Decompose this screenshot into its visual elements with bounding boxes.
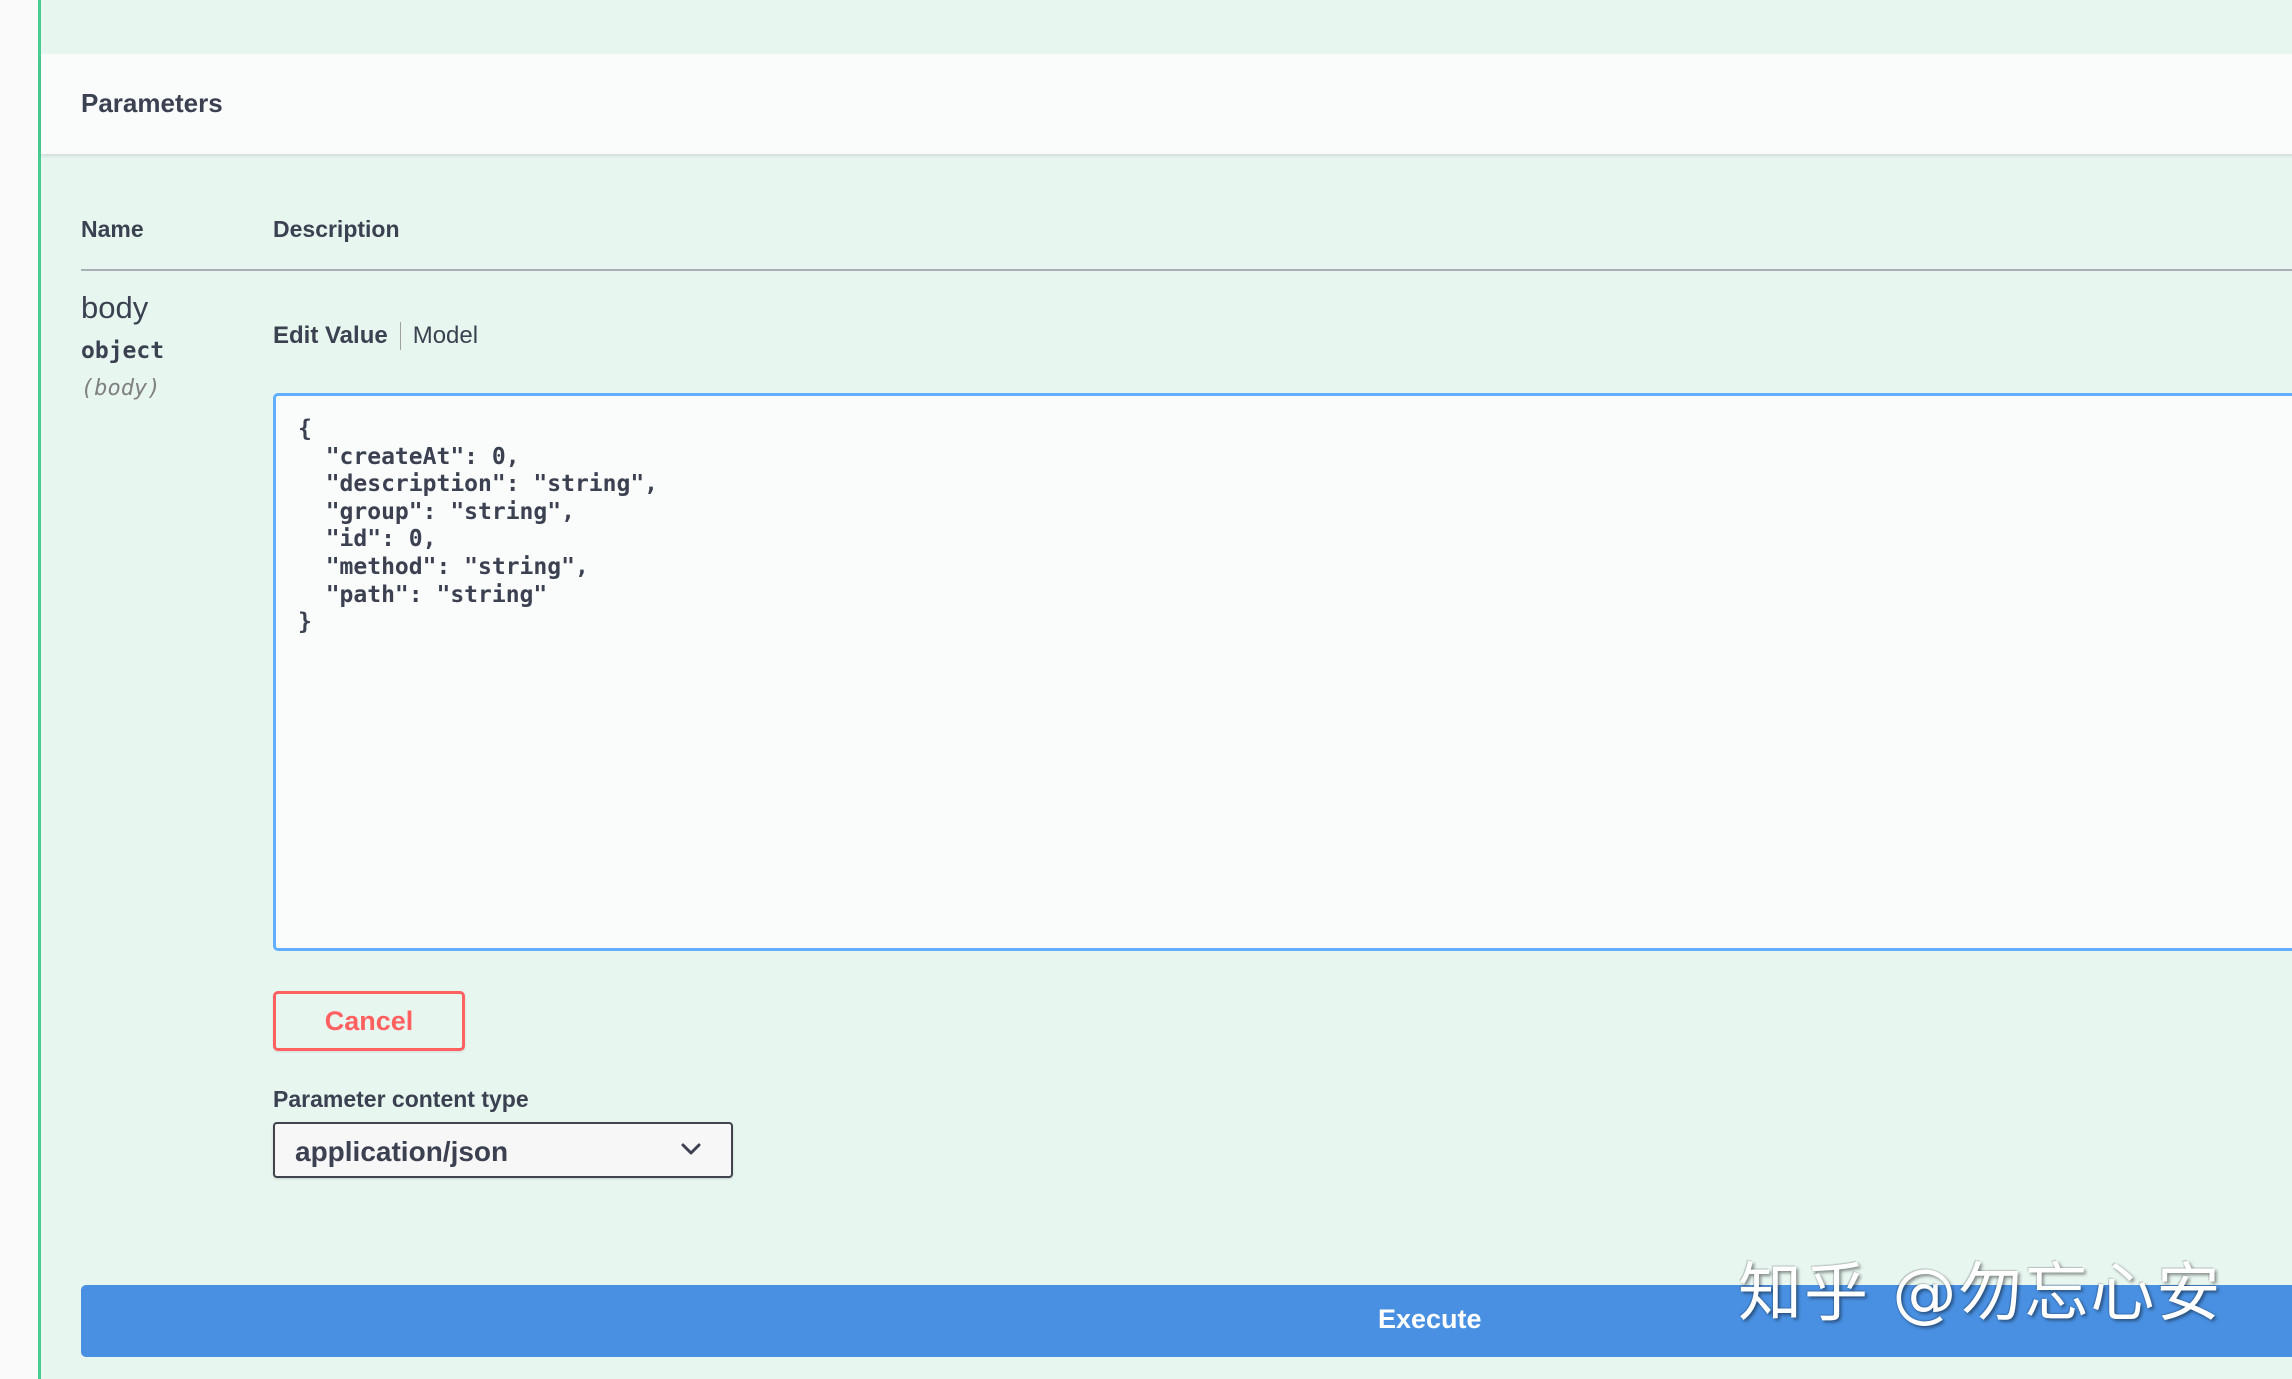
- content-type-label: Parameter content type: [273, 1086, 529, 1112]
- section-title: Parameters: [81, 88, 223, 118]
- parameter-name: body: [81, 290, 149, 325]
- column-header-description: Description: [273, 216, 400, 242]
- table-header-divider: [81, 269, 2292, 271]
- content-type-selected-value: application/json: [295, 1136, 509, 1167]
- body-tabs: Edit Value Model: [273, 322, 478, 350]
- tab-model[interactable]: Model: [413, 322, 478, 350]
- chevron-down-icon: [681, 1143, 701, 1155]
- column-header-name: Name: [81, 216, 144, 242]
- tab-separator: [399, 322, 401, 350]
- parameter-type: object: [81, 338, 165, 364]
- watermark: 知乎 @勿忘心安: [1738, 1257, 2223, 1331]
- tab-edit-value[interactable]: Edit Value: [273, 322, 388, 350]
- body-json-editor[interactable]: { "createAt": 0, "description": "string"…: [273, 393, 2292, 951]
- content-type-select[interactable]: application/json: [273, 1122, 733, 1178]
- cancel-button[interactable]: Cancel: [273, 991, 465, 1051]
- page: Parameters Name Description body object …: [0, 0, 2292, 1379]
- parameters-section-header: Parameters: [41, 54, 2292, 154]
- parameter-location: (body): [81, 376, 161, 401]
